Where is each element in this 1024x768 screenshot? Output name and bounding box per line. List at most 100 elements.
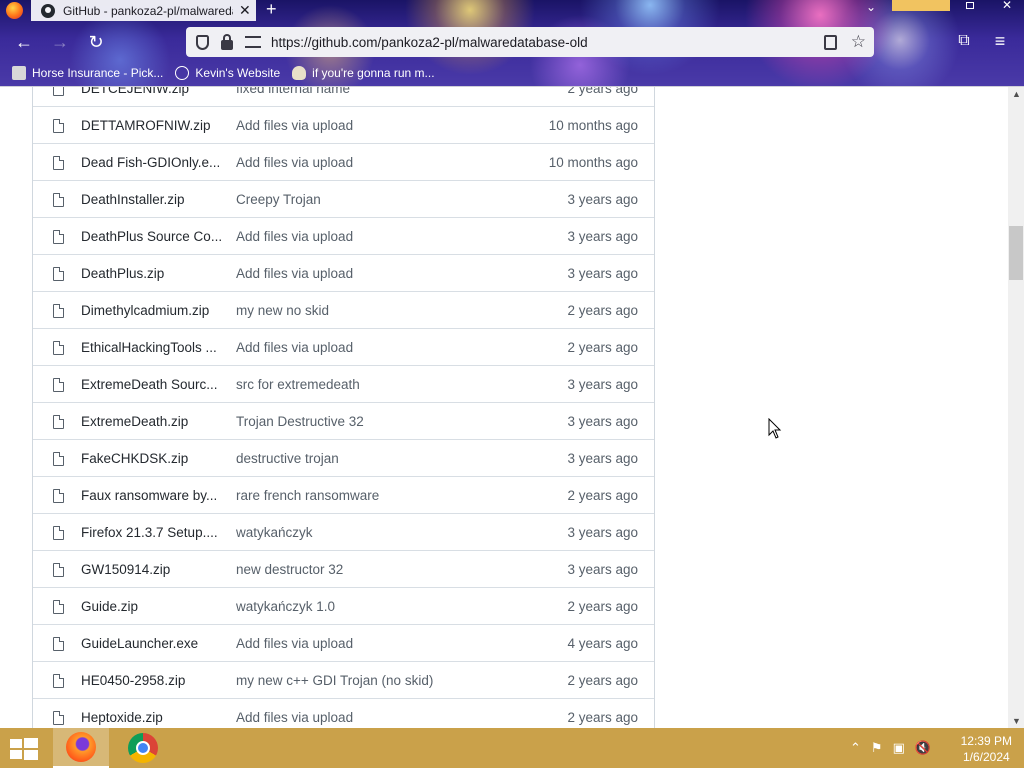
file-name-link[interactable]: GuideLauncher.exe xyxy=(81,636,221,651)
table-row: Firefox 21.3.7 Setup.... watykańczyk 3 yea… xyxy=(33,513,654,550)
github-icon xyxy=(41,3,55,18)
taskbar: ⌃ ⚑ ▣ 🔇 12:39 PM 1/6/2024 xyxy=(0,728,1024,768)
commit-message-link[interactable]: fixed internal name xyxy=(236,87,496,96)
network-icon[interactable]: ▣ xyxy=(893,740,905,756)
commit-message-link[interactable]: my new no skid xyxy=(236,303,496,318)
taskbar-chrome[interactable] xyxy=(115,728,171,768)
file-name-link[interactable]: DeathPlus.zip xyxy=(81,266,221,281)
commit-message-link[interactable]: Add files via upload xyxy=(236,710,496,725)
file-name-link[interactable]: ExtremeDeath.zip xyxy=(81,414,221,429)
bookmark-label: Horse Insurance - Pick... xyxy=(32,66,164,80)
hamburger-menu-icon[interactable]: ≡ xyxy=(991,31,1009,51)
close-tab-icon[interactable]: ✕ xyxy=(239,2,251,19)
tab-strip: GitHub - pankoza2-pl/malwaredatabase-old… xyxy=(0,0,1024,21)
url-text[interactable]: https://github.com/pankoza2-pl/malwareda… xyxy=(271,35,824,50)
file-name-link[interactable]: Dimethylcadmium.zip xyxy=(81,303,221,318)
chrome-icon xyxy=(128,733,158,763)
new-tab-button[interactable]: + xyxy=(266,0,277,18)
bookmark-horse-insurance[interactable]: Horse Insurance - Pick... xyxy=(12,66,163,80)
commit-age: 2 years ago xyxy=(567,710,638,725)
firefox-icon xyxy=(66,732,96,762)
commit-message-link[interactable]: src for extremedeath xyxy=(236,377,496,392)
table-row: Heptoxide.zip Add files via upload 2 years… xyxy=(33,698,654,728)
url-bar[interactable]: https://github.com/pankoza2-pl/malwareda… xyxy=(186,27,874,57)
chevron-down-icon[interactable]: ⌄ xyxy=(866,0,876,14)
reader-view-icon[interactable] xyxy=(823,34,837,50)
commit-message-link[interactable]: Creepy Trojan xyxy=(236,192,496,207)
commit-message-link[interactable]: Add files via upload xyxy=(236,229,496,244)
commit-message-link[interactable]: Add files via upload xyxy=(236,340,496,355)
flag-icon[interactable]: ⚑ xyxy=(871,740,883,756)
commit-age: 3 years ago xyxy=(567,562,638,577)
commit-message-link[interactable]: Add files via upload xyxy=(236,636,496,651)
clock-time: 12:39 PM xyxy=(960,734,1012,748)
shield-icon[interactable] xyxy=(196,34,209,50)
commit-age: 2 years ago xyxy=(567,303,638,318)
extensions-icon[interactable]: ⧉ xyxy=(955,31,973,51)
file-name-link[interactable]: HE0450-2958.zip xyxy=(81,673,221,688)
commit-age: 10 months ago xyxy=(548,118,638,133)
lock-icon[interactable] xyxy=(221,33,233,50)
commit-message-link[interactable]: new destructor 32 xyxy=(236,562,496,577)
volume-muted-icon[interactable]: 🔇 xyxy=(915,740,931,756)
reload-button[interactable]: ↻ xyxy=(85,31,107,53)
firefox-icon[interactable] xyxy=(6,2,23,19)
chevron-up-icon[interactable]: ⌃ xyxy=(850,740,861,756)
file-icon xyxy=(53,193,64,207)
page-scrollbar[interactable]: ▲ ▼ xyxy=(1008,87,1024,728)
windows-start-icon[interactable] xyxy=(10,738,38,760)
commit-message-link[interactable]: Trojan Destructive 32 xyxy=(236,414,496,429)
file-name-link[interactable]: DeathInstaller.zip xyxy=(81,192,221,207)
commit-message-link[interactable]: Add files via upload xyxy=(236,155,496,170)
bookmark-kevins-website[interactable]: Kevin's Website xyxy=(175,66,280,80)
file-icon xyxy=(53,563,64,577)
file-name-link[interactable]: ExtremeDeath Sourc... xyxy=(81,377,221,392)
commit-message-link[interactable]: destructive trojan xyxy=(236,451,496,466)
scrollbar-thumb[interactable] xyxy=(1009,226,1023,280)
commit-message-link[interactable]: Add files via upload xyxy=(236,266,496,281)
table-row: FakeCHKDSK.zip destructive trojan 3 years … xyxy=(33,439,654,476)
commit-message-link[interactable]: Add files via upload xyxy=(236,118,496,133)
browser-chrome: GitHub - pankoza2-pl/malwaredatabase-old… xyxy=(0,0,1024,87)
clock[interactable]: 12:39 PM 1/6/2024 xyxy=(961,733,1012,765)
file-icon xyxy=(53,711,64,725)
table-row: GuideLauncher.exe Add files via upload 4 y… xyxy=(33,624,654,661)
commit-message-link[interactable]: watykańczyk xyxy=(236,525,496,540)
window-controls: ✕ xyxy=(892,0,1024,11)
forward-button[interactable]: → xyxy=(49,31,71,53)
file-name-link[interactable]: DETTAMROFNIW.zip xyxy=(81,118,221,133)
file-name-link[interactable]: DeathPlus Source Co... xyxy=(81,229,221,244)
file-name-link[interactable]: Firefox 21.3.7 Setup.... xyxy=(81,525,221,540)
file-name-link[interactable]: Guide.zip xyxy=(81,599,221,614)
file-name-link[interactable]: Dead Fish-GDIOnly.e... xyxy=(81,155,221,170)
scroll-up-arrow-icon[interactable]: ▲ xyxy=(1012,89,1021,99)
commit-message-link[interactable]: watykańczyk 1.0 xyxy=(236,599,496,614)
file-name-link[interactable]: Heptoxide.zip xyxy=(81,710,221,725)
bookmark-star-icon[interactable]: ☆ xyxy=(851,32,866,52)
table-row: ExtremeDeath.zip Trojan Destructive 32 3 y… xyxy=(33,402,654,439)
file-name-link[interactable]: GW150914.zip xyxy=(81,562,221,577)
restore-button[interactable] xyxy=(950,0,990,11)
horse-icon xyxy=(12,66,26,80)
file-name-link[interactable]: DETCEJENIW.zip xyxy=(81,87,221,96)
commit-message-link[interactable]: my new c++ GDI Trojan (no skid) xyxy=(236,673,496,688)
close-window-button[interactable]: ✕ xyxy=(990,0,1024,11)
back-button[interactable]: ← xyxy=(13,31,35,53)
minimize-button[interactable] xyxy=(892,0,950,11)
table-row: GW150914.zip new destructor 32 3 years ago xyxy=(33,550,654,587)
taskbar-firefox[interactable] xyxy=(53,728,109,768)
commit-age: 2 years ago xyxy=(567,599,638,614)
table-row: Guide.zip watykańczyk 1.0 2 years ago xyxy=(33,587,654,624)
commit-message-link[interactable]: rare french ransomware xyxy=(236,488,496,503)
file-name-link[interactable]: Faux ransomware by... xyxy=(81,488,221,503)
scroll-down-arrow-icon[interactable]: ▼ xyxy=(1012,716,1021,726)
file-icon xyxy=(53,489,64,503)
file-icon xyxy=(53,526,64,540)
file-name-link[interactable]: EthicalHackingTools ... xyxy=(81,340,221,355)
permissions-icon[interactable] xyxy=(245,36,261,48)
tab-github[interactable]: GitHub - pankoza2-pl/malwaredatabase-old… xyxy=(31,0,256,21)
bookmark-label: Kevin's Website xyxy=(195,66,281,80)
bookmark-if-youre-gonna[interactable]: if you're gonna run m... xyxy=(292,66,435,80)
file-name-link[interactable]: FakeCHKDSK.zip xyxy=(81,451,221,466)
file-icon xyxy=(53,378,64,392)
